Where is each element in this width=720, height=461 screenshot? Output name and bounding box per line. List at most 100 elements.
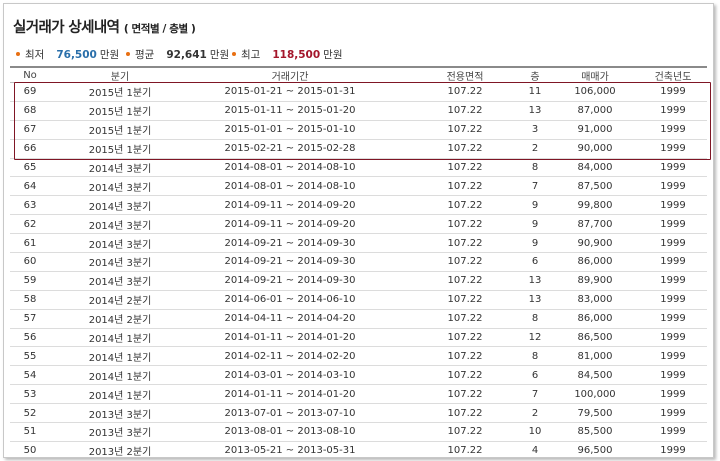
cell-built-year: 1999: [660, 237, 686, 249]
table-row: 58 2014년 2분기 2014-06-01 ~ 2014-06-10 107.22…: [10, 291, 707, 310]
cell-price: 89,900: [577, 275, 613, 287]
cell-period: 2015-01-01 ~ 2015-01-10: [224, 124, 356, 136]
cell-no: 66: [23, 143, 37, 155]
cell-price: 79,500: [577, 407, 613, 419]
header-area: 전용면적: [446, 71, 484, 83]
cell-no: 57: [23, 313, 37, 325]
cell-price: 86,000: [577, 256, 613, 268]
cell-built-year: 1999: [660, 86, 686, 98]
table-row: 65 2014년 3분기 2014-08-01 ~ 2014-08-10 107.22…: [10, 159, 707, 178]
cell-period: 2013-08-01 ~ 2013-08-10: [224, 426, 356, 438]
cell-area: 107.22: [447, 180, 483, 192]
cell-price: 85,500: [577, 426, 613, 438]
cell-price: 87,500: [577, 180, 613, 192]
table-row: 67 2015년 1분기 2015-01-01 ~ 2015-01-10 107.22…: [10, 121, 707, 140]
cell-price: 84,500: [577, 369, 613, 381]
cell-built-year: 1999: [660, 162, 686, 173]
cell-area: 107.22: [447, 407, 483, 419]
cell-area: 107.22: [447, 332, 483, 344]
cell-price: 100,000: [574, 388, 616, 400]
cell-built-year: 1999: [660, 407, 686, 419]
table-row: 62 2014년 3분기 2014-09-11 ~ 2014-09-20 107.22…: [10, 215, 707, 235]
cell-quarter: 2014년 1분기: [88, 352, 152, 364]
cell-quarter: 2014년 2분기: [88, 296, 152, 308]
bullet-dot-icon: [16, 52, 20, 56]
stat-min-value: 76,500: [56, 49, 97, 61]
cell-period: 2014-09-21 ~ 2014-09-30: [224, 275, 356, 287]
cell-no: 51: [23, 426, 37, 438]
cell-price: 91,000: [577, 124, 613, 136]
cell-period: 2013-05-21 ~ 2013-05-31: [224, 445, 356, 457]
cell-area: 107.22: [447, 237, 483, 249]
cell-built-year: 1999: [660, 105, 686, 117]
cell-quarter: 2014년 3분기: [88, 201, 152, 213]
cell-no: 52: [23, 407, 37, 419]
cell-period: 2014-08-01 ~ 2014-08-10: [224, 162, 356, 173]
table-row: 52 2013년 3분기 2013-07-01 ~ 2013-07-10 107.22…: [10, 404, 707, 424]
cell-built-year: 1999: [660, 199, 686, 211]
cell-built-year: 1999: [660, 218, 686, 230]
cell-no: 60: [23, 256, 37, 268]
cell-quarter: 2014년 3분기: [88, 220, 152, 232]
stat-max: 최고 118,500 만원: [232, 47, 342, 62]
cell-area: 107.22: [447, 218, 483, 230]
cell-no: 50: [23, 445, 37, 457]
cell-no: 54: [23, 369, 37, 381]
cell-period: 2014-09-21 ~ 2014-09-30: [224, 256, 356, 268]
cell-period: 2014-09-11 ~ 2014-09-20: [224, 218, 356, 230]
stat-min-label: 최저: [25, 49, 45, 61]
cell-no: 65: [23, 162, 37, 173]
cell-no: 62: [23, 218, 37, 230]
cell-price: 84,000: [577, 162, 613, 173]
cell-no: 53: [23, 388, 37, 400]
cell-no: 58: [23, 294, 37, 306]
cell-price: 87,700: [577, 218, 613, 230]
header-built-year: 건축년도: [654, 71, 692, 83]
cell-period: 2014-08-01 ~ 2014-08-10: [224, 180, 356, 192]
cell-built-year: 1999: [660, 143, 686, 155]
table-row: 64 2014년 3분기 2014-08-01 ~ 2014-08-10 107.22…: [10, 177, 707, 197]
cell-no: 61: [23, 237, 37, 249]
table-row: 60 2014년 3분기 2014-09-21 ~ 2014-09-30 107.22…: [10, 253, 707, 272]
cell-period: 2014-01-11 ~ 2014-01-20: [224, 388, 356, 400]
stat-avg: 평균 92,641 만원: [126, 47, 229, 62]
cell-area: 107.22: [447, 105, 483, 117]
cell-area: 107.22: [447, 388, 483, 400]
cell-no: 63: [23, 199, 37, 211]
cell-area: 107.22: [447, 124, 483, 136]
stat-max-label: 최고: [241, 49, 261, 61]
cell-quarter: 2013년 3분기: [88, 409, 152, 421]
cell-area: 107.22: [447, 350, 483, 362]
cell-quarter: 2013년 3분기: [88, 428, 152, 440]
cell-area: 107.22: [447, 445, 483, 457]
cell-quarter: 2014년 3분기: [88, 258, 152, 270]
cell-quarter: 2014년 3분기: [88, 277, 152, 289]
cell-price: 86,500: [577, 332, 613, 344]
cell-built-year: 1999: [660, 426, 686, 438]
cell-built-year: 1999: [660, 180, 686, 192]
table-row: 63 2014년 3분기 2014-09-11 ~ 2014-09-20 107.22…: [10, 196, 707, 216]
header-no: No: [23, 69, 37, 81]
cell-period: 2015-01-11 ~ 2015-01-20: [224, 105, 356, 117]
table-row: 50 2013년 2분기 2013-05-21 ~ 2013-05-31 107.22…: [10, 442, 707, 457]
cell-built-year: 1999: [660, 445, 686, 457]
stat-min-unit: 만원: [99, 49, 120, 61]
cell-period: 2014-02-11 ~ 2014-02-20: [224, 350, 356, 362]
cell-quarter: 2015년 1분기: [88, 107, 152, 119]
cell-no: 56: [23, 332, 37, 344]
detail-panel: 실거래가 상세내역 ( 면적별 / 층별 ) 최저 76,500 만원 평균 92,6…: [3, 3, 714, 458]
cell-area: 107.22: [447, 426, 483, 438]
cell-built-year: 1999: [660, 369, 686, 381]
cell-no: 67: [23, 124, 37, 136]
cell-built-year: 1999: [660, 294, 686, 306]
stat-max-value: 118,500: [272, 49, 321, 61]
cell-price: 99,800: [577, 199, 613, 211]
stat-avg-label: 평균: [135, 49, 155, 61]
cell-built-year: 1999: [660, 313, 686, 325]
title-subtitle: ( 면적별 / 층별 ): [123, 23, 196, 35]
cell-area: 107.22: [447, 256, 483, 268]
cell-area: 107.22: [447, 86, 483, 98]
cell-no: 64: [23, 180, 37, 192]
table-row: 53 2014년 1분기 2014-01-11 ~ 2014-01-20 107.22…: [10, 385, 707, 405]
cell-area: 107.22: [447, 294, 483, 306]
